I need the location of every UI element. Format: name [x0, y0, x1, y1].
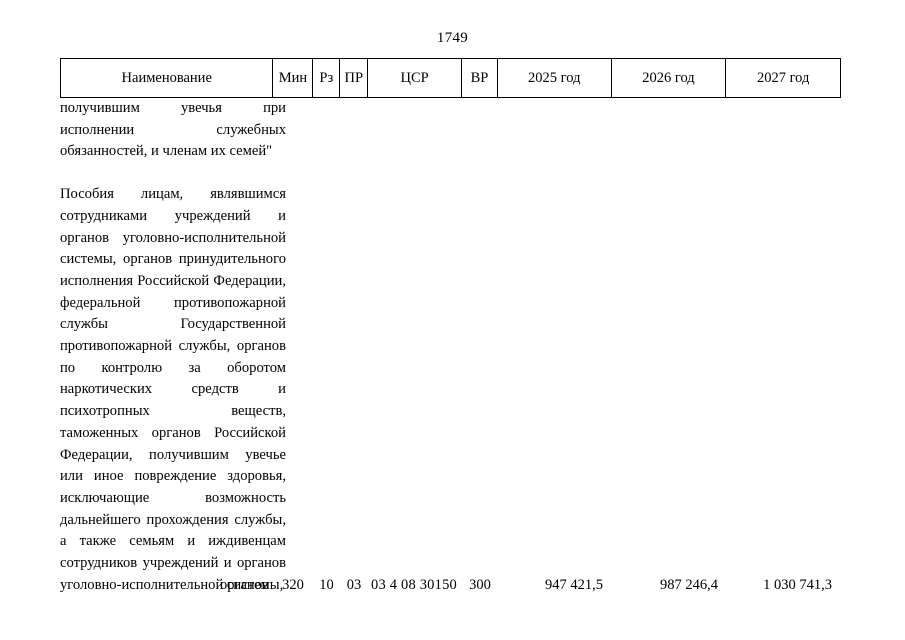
column-header-csr: ЦСР [368, 59, 462, 97]
cell-rz: 10 [319, 577, 334, 593]
cell-year-2026: 987 246,4 [660, 577, 718, 593]
column-header-min: Мин [273, 59, 314, 97]
cell-pr: 03 [346, 577, 362, 593]
cell-vr: 300 [469, 577, 491, 593]
cell-year-2025: 947 421,5 [545, 577, 603, 593]
name-column-text: получившим увечья при исполнении служебн… [60, 98, 286, 596]
column-header-name: Наименование [61, 59, 274, 97]
column-header-rz: Рз [313, 59, 341, 97]
column-header-year-2025: 2025 год [498, 59, 612, 97]
budget-item-paragraph: Пособия лицам, являвшимся сотрудниками у… [60, 186, 286, 593]
table-header-row: Наименование Мин Рз ПР ЦСР ВР 2025 год 2… [60, 58, 841, 98]
column-header-year-2027: 2027 год [756, 69, 810, 86]
column-header-year-2026: 2026 год [612, 59, 727, 97]
cell-csr: 03 4 08 30150 [371, 577, 457, 593]
cell-min: 320 [282, 577, 304, 593]
continued-paragraph: получившим увечья при исполнении служебн… [60, 100, 286, 160]
cell-year-2027: 1 030 741,3 [763, 577, 832, 593]
column-header-pr: ПР [340, 59, 369, 97]
page-number: 1749 [436, 30, 469, 46]
table-data-row: органов 320 10 03 03 4 08 30150 300 947 … [60, 574, 841, 596]
row-name-last-line: органов [220, 577, 269, 593]
column-header-vr: ВР [462, 59, 498, 97]
